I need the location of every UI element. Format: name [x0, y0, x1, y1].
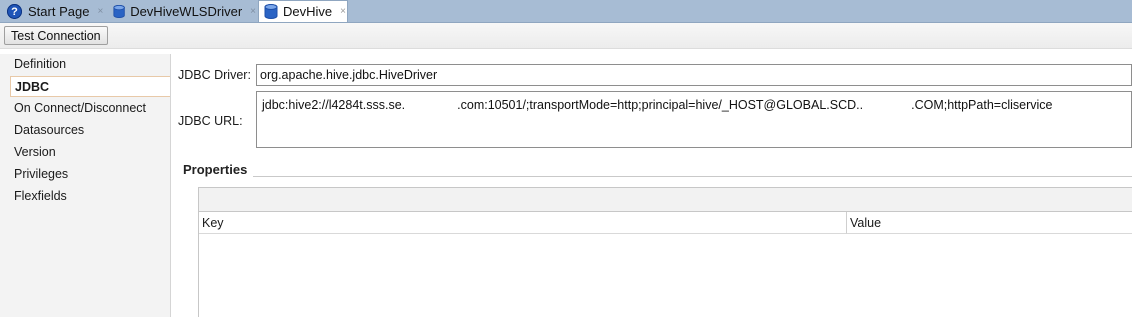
test-connection-button[interactable]: Test Connection	[4, 26, 108, 45]
sidebar-item-on-connect-disconnect[interactable]: On Connect/Disconnect	[10, 98, 170, 119]
jdbc-url-text-part: jdbc:hive2://l4284t.sss.se.	[262, 98, 406, 112]
tab-label: DevHive	[283, 4, 333, 19]
tab-label: Start Page	[28, 4, 90, 19]
database-icon	[113, 4, 125, 18]
sidebar-item-definition[interactable]: Definition	[10, 54, 170, 75]
jdbc-url-text-part: .COM;httpPath=cliservice	[911, 98, 1053, 112]
editor-tab-strip: ? Start Page × DevHiveWLSDriver × DevHiv…	[0, 0, 1132, 23]
close-icon[interactable]: ×	[250, 6, 256, 17]
sidebar-item-flexfields[interactable]: Flexfields	[10, 186, 170, 207]
tab-start-page[interactable]: ? Start Page ×	[2, 1, 106, 22]
close-icon[interactable]: ×	[340, 6, 346, 17]
properties-table: Key Value	[198, 187, 1132, 317]
column-header-key[interactable]: Key	[199, 212, 847, 234]
sidebar-item-datasources[interactable]: Datasources	[10, 120, 170, 141]
sidebar-nav: Definition JDBC On Connect/Disconnect Da…	[0, 54, 171, 317]
section-divider	[253, 176, 1132, 177]
database-icon	[264, 4, 278, 19]
tab-devhive[interactable]: DevHive ×	[258, 0, 348, 22]
close-icon[interactable]: ×	[97, 6, 103, 17]
jdbc-driver-label: JDBC Driver:	[178, 68, 251, 82]
jdbc-url-field[interactable]: jdbc:hive2://l4284t.sss.se. .com:10501/;t…	[256, 91, 1132, 148]
sidebar-item-privileges[interactable]: Privileges	[10, 164, 170, 185]
properties-title: Properties	[183, 162, 248, 177]
tab-label: DevHiveWLSDriver	[130, 4, 243, 19]
column-header-value[interactable]: Value	[847, 212, 1132, 234]
sidebar-item-version[interactable]: Version	[10, 142, 170, 163]
jdbc-driver-field[interactable]: org.apache.hive.jdbc.HiveDriver	[256, 64, 1132, 86]
jdbc-url-label: JDBC URL:	[178, 114, 243, 128]
tab-devhivewlsdriver[interactable]: DevHiveWLSDriver ×	[108, 1, 256, 22]
jdbc-url-text-part: .com:10501/;transportMode=http;principal…	[457, 98, 864, 112]
toolbar: Test Connection	[0, 23, 1132, 49]
help-icon: ?	[7, 4, 22, 19]
sidebar-item-jdbc[interactable]: JDBC	[10, 76, 170, 97]
properties-table-toolbar	[199, 188, 1132, 212]
